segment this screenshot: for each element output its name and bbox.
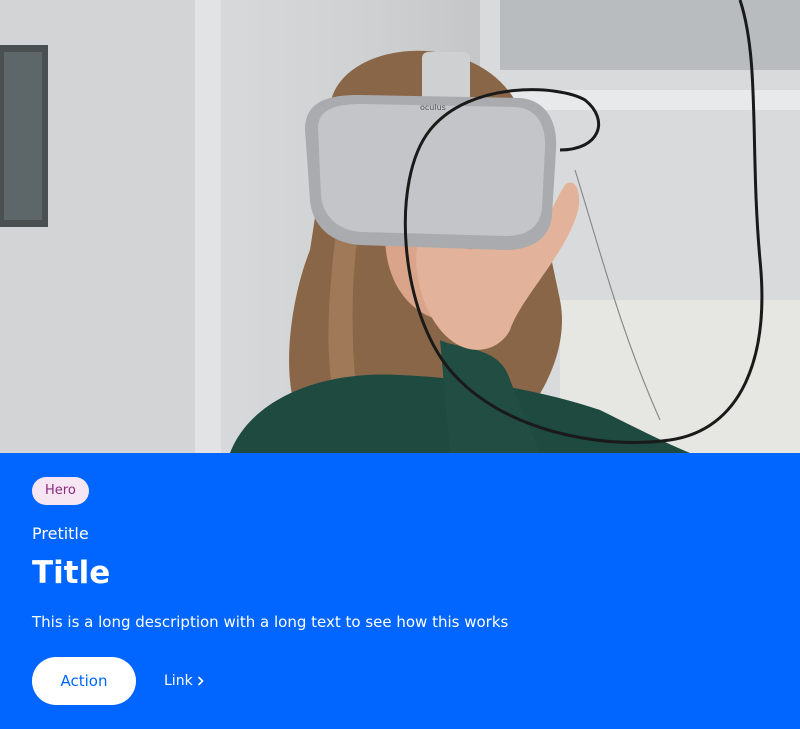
page-title: Title <box>32 555 111 591</box>
svg-text:oculus: oculus <box>420 103 446 112</box>
link-label: Link <box>164 673 193 689</box>
link-button[interactable]: Link <box>164 670 205 692</box>
hero-tag: Hero <box>32 477 89 505</box>
action-button[interactable]: Action <box>32 657 136 705</box>
vr-photo: oculus <box>0 0 800 453</box>
hero-image: oculus <box>0 0 800 453</box>
hero-content: Hero Pretitle Title This is a long descr… <box>0 453 800 729</box>
chevron-right-icon <box>197 676 203 686</box>
pretitle: Pretitle <box>32 524 89 543</box>
description: This is a long description with a long t… <box>32 613 509 631</box>
